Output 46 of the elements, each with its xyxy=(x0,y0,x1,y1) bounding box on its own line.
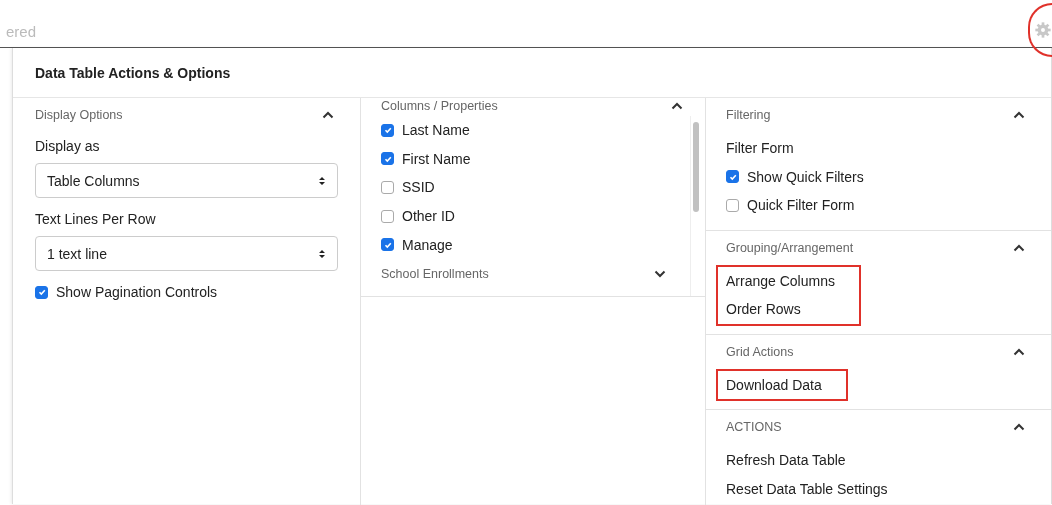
checkmark-icon xyxy=(382,125,393,136)
select-field[interactable]: Table Columns xyxy=(35,163,338,198)
chevron-up-icon[interactable] xyxy=(1013,423,1025,431)
menu-link[interactable]: Reset Data Table Settings xyxy=(726,474,888,503)
section-title: School Enrollments xyxy=(381,266,489,281)
chevron-up-icon[interactable] xyxy=(1013,347,1025,356)
checkbox-label[interactable]: Show Pagination Controls xyxy=(56,284,218,300)
section-title: Filtering xyxy=(726,108,771,122)
select-field[interactable]: 1 text line xyxy=(35,236,338,271)
chevron-down-icon[interactable] xyxy=(654,269,666,278)
panel-title: Data Table Actions & Options xyxy=(35,64,231,81)
chevron-up-icon[interactable] xyxy=(671,102,683,110)
checkmark-icon xyxy=(36,287,47,297)
checkbox[interactable] xyxy=(726,170,739,184)
menu-link[interactable]: Filter Form xyxy=(726,134,864,163)
checkbox-label[interactable]: Last Name xyxy=(402,122,470,139)
sort-arrows-icon xyxy=(318,174,326,187)
checkbox[interactable] xyxy=(35,285,48,299)
menu-link[interactable]: Order Rows xyxy=(726,295,835,324)
checkbox-label[interactable]: Other ID xyxy=(402,208,455,225)
checkbox[interactable] xyxy=(381,238,394,252)
section-title: Grouping/Arrangement xyxy=(726,240,854,255)
chevron-up-icon[interactable] xyxy=(322,111,334,119)
checkbox[interactable] xyxy=(381,209,394,223)
checkbox-label[interactable]: Manage xyxy=(402,236,453,253)
menu-link[interactable]: Download Data xyxy=(726,370,822,399)
field-label: Text Lines Per Row xyxy=(35,211,157,227)
chevron-up-icon[interactable] xyxy=(1013,111,1025,119)
menu-link[interactable]: Refresh Data Table xyxy=(726,446,888,475)
checkbox-label[interactable]: Quick Filter Form xyxy=(747,197,855,214)
sort-arrows-icon xyxy=(318,247,326,260)
section-title: Display Options xyxy=(35,108,123,122)
checkbox[interactable] xyxy=(381,181,394,194)
chevron-up-icon[interactable] xyxy=(1013,243,1025,252)
scrollbar-thumb[interactable] xyxy=(693,122,699,212)
menu-link[interactable]: Arrange Columns xyxy=(726,266,835,295)
checkbox[interactable] xyxy=(381,152,394,166)
section-title: ACTIONS xyxy=(726,420,782,434)
checkbox[interactable] xyxy=(381,123,394,137)
section-title: Columns / Properties xyxy=(381,99,498,113)
checkbox[interactable] xyxy=(726,198,739,212)
checkbox-label[interactable]: First Name xyxy=(402,150,471,167)
field-label: Display as xyxy=(35,138,101,154)
checkbox-label[interactable]: SSID xyxy=(402,179,435,196)
checkbox-label[interactable]: Show Quick Filters xyxy=(747,168,864,185)
section-title: Grid Actions xyxy=(726,344,794,359)
